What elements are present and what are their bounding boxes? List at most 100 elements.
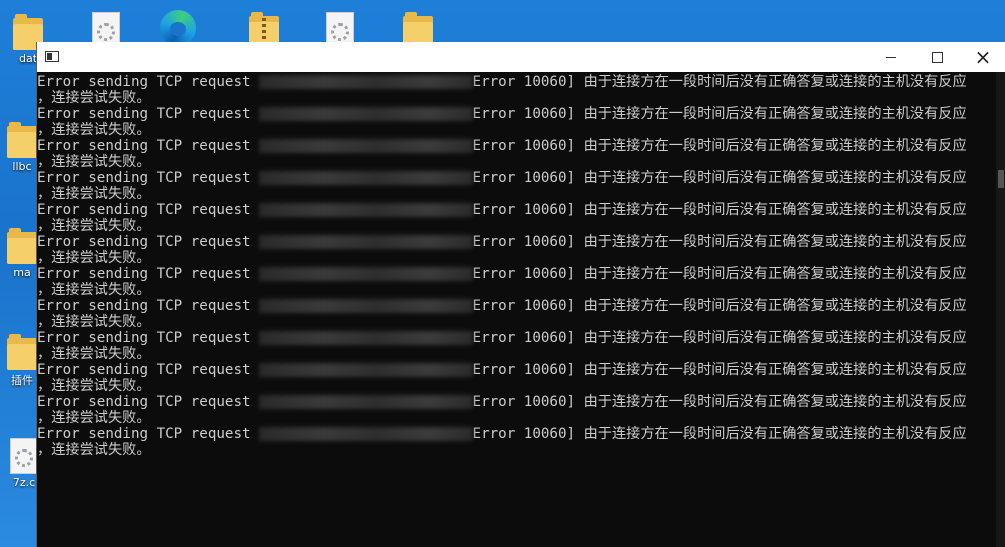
error-message: 由于连接方在一段时间后没有正确答复或连接的主机没有反应 (583, 138, 967, 154)
error-prefix: Error sending TCP request (37, 426, 251, 442)
error-message: 由于连接方在一段时间后没有正确答复或连接的主机没有反应 (583, 202, 967, 218)
console-line: Error sending TCP request Error 10060] 由于… (37, 426, 996, 458)
console-line-main: Error sending TCP request Error 10060] 由于… (37, 106, 996, 122)
error-prefix: Error sending TCP request (37, 202, 251, 218)
error-prefix: Error sending TCP request (37, 74, 251, 90)
redacted-address (258, 107, 473, 121)
error-code: Error 10060] (472, 330, 584, 346)
console-output[interactable]: Error sending TCP request Error 10060] 由于… (37, 72, 996, 547)
maximize-button[interactable] (914, 42, 960, 72)
vertical-scrollbar[interactable] (996, 72, 1005, 547)
error-code: Error 10060] (472, 106, 584, 122)
folder-icon (7, 122, 37, 158)
edge-browser-icon (160, 10, 196, 46)
error-code: Error 10060] (472, 394, 584, 410)
console-line-continuation: ，连接尝试失败。 (37, 218, 151, 234)
error-prefix: Error sending TCP request (37, 170, 251, 186)
console-line-main: Error sending TCP request Error 10060] 由于… (37, 74, 996, 90)
error-code: Error 10060] (472, 266, 584, 282)
error-message: 由于连接方在一段时间后没有正确答复或连接的主机没有反应 (583, 234, 967, 250)
console-line-main: Error sending TCP request Error 10060] 由于… (37, 330, 996, 346)
console-line: Error sending TCP request Error 10060] 由于… (37, 266, 996, 298)
console-line-continuation: ，连接尝试失败。 (37, 186, 151, 202)
error-prefix: Error sending TCP request (37, 394, 251, 410)
error-message: 由于连接方在一段时间后没有正确答复或连接的主机没有反应 (583, 394, 967, 410)
console-line-continuation: ，连接尝试失败。 (37, 154, 151, 170)
error-message: 由于连接方在一段时间后没有正确答复或连接的主机没有反应 (583, 170, 967, 186)
redacted-address (258, 427, 473, 441)
redacted-address (258, 299, 473, 313)
error-prefix: Error sending TCP request (37, 266, 251, 282)
console-line-continuation: ，连接尝试失败。 (37, 250, 151, 266)
console-line-continuation: ，连接尝试失败。 (37, 282, 151, 298)
error-code: Error 10060] (472, 138, 584, 154)
redacted-address (258, 171, 473, 185)
folder-icon (7, 334, 37, 370)
title-bar[interactable]: × (37, 42, 1005, 72)
console-line: Error sending TCP request Error 10060] 由于… (37, 298, 996, 330)
redacted-address (258, 331, 473, 345)
error-code: Error 10060] (472, 202, 584, 218)
console-line-continuation: ，连接尝试失败。 (37, 90, 151, 106)
redacted-address (258, 75, 473, 89)
console-line-continuation: ，连接尝试失败。 (37, 314, 151, 330)
console-line: Error sending TCP request Error 10060] 由于… (37, 362, 996, 394)
scrollbar-thumb[interactable] (998, 170, 1004, 188)
redacted-address (258, 267, 473, 281)
console-line-main: Error sending TCP request Error 10060] 由于… (37, 266, 996, 282)
console-line-continuation: ，连接尝试失败。 (37, 346, 151, 362)
console-line: Error sending TCP request Error 10060] 由于… (37, 234, 996, 266)
error-prefix: Error sending TCP request (37, 234, 251, 250)
minimize-button[interactable] (868, 42, 914, 72)
error-code: Error 10060] (472, 170, 584, 186)
console-line-main: Error sending TCP request Error 10060] 由于… (37, 202, 996, 218)
redacted-address (258, 235, 473, 249)
console-line: Error sending TCP request Error 10060] 由于… (37, 330, 996, 362)
console-line-main: Error sending TCP request Error 10060] 由于… (37, 426, 996, 442)
folder-icon (7, 228, 37, 264)
error-message: 由于连接方在一段时间后没有正确答复或连接的主机没有反应 (583, 106, 967, 122)
error-message: 由于连接方在一段时间后没有正确答复或连接的主机没有反应 (583, 266, 967, 282)
7z-file-icon (10, 438, 38, 474)
redacted-address (258, 139, 473, 153)
redacted-address (258, 363, 473, 377)
redacted-address (258, 203, 473, 217)
console-app-icon[interactable] (45, 51, 59, 62)
console-line-continuation: ，连接尝试失败。 (37, 122, 151, 138)
console-line-main: Error sending TCP request Error 10060] 由于… (37, 362, 996, 378)
console-line: Error sending TCP request Error 10060] 由于… (37, 74, 996, 106)
error-message: 由于连接方在一段时间后没有正确答复或连接的主机没有反应 (583, 330, 967, 346)
console-line-main: Error sending TCP request Error 10060] 由于… (37, 298, 996, 314)
error-code: Error 10060] (472, 426, 584, 442)
close-icon: × (974, 45, 992, 69)
error-prefix: Error sending TCP request (37, 362, 251, 378)
error-prefix: Error sending TCP request (37, 106, 251, 122)
console-line-continuation: ，连接尝试失败。 (37, 410, 151, 426)
console-window[interactable]: × Error sending TCP request Error 10060] … (36, 42, 1005, 547)
minimize-icon (886, 56, 896, 58)
maximize-icon (931, 51, 943, 63)
error-code: Error 10060] (472, 362, 584, 378)
console-line-main: Error sending TCP request Error 10060] 由于… (37, 394, 996, 410)
console-line-continuation: ，连接尝试失败。 (37, 442, 151, 458)
console-line-main: Error sending TCP request Error 10060] 由于… (37, 170, 996, 186)
console-line: Error sending TCP request Error 10060] 由于… (37, 394, 996, 426)
console-line-continuation: ，连接尝试失败。 (37, 378, 151, 394)
error-message: 由于连接方在一段时间后没有正确答复或连接的主机没有反应 (583, 298, 967, 314)
error-code: Error 10060] (472, 234, 584, 250)
error-prefix: Error sending TCP request (37, 298, 251, 314)
console-line: Error sending TCP request Error 10060] 由于… (37, 138, 996, 170)
desktop-icon-edge[interactable] (150, 10, 206, 46)
error-message: 由于连接方在一段时间后没有正确答复或连接的主机没有反应 (583, 426, 967, 442)
error-message: 由于连接方在一段时间后没有正确答复或连接的主机没有反应 (583, 362, 967, 378)
close-button[interactable]: × (960, 42, 1005, 72)
error-code: Error 10060] (472, 298, 584, 314)
error-code: Error 10060] (472, 74, 584, 90)
console-line: Error sending TCP request Error 10060] 由于… (37, 170, 996, 202)
console-line-main: Error sending TCP request Error 10060] 由于… (37, 234, 996, 250)
redacted-address (258, 395, 473, 409)
error-prefix: Error sending TCP request (37, 138, 251, 154)
error-message: 由于连接方在一段时间后没有正确答复或连接的主机没有反应 (583, 74, 967, 90)
error-prefix: Error sending TCP request (37, 330, 251, 346)
console-line: Error sending TCP request Error 10060] 由于… (37, 106, 996, 138)
